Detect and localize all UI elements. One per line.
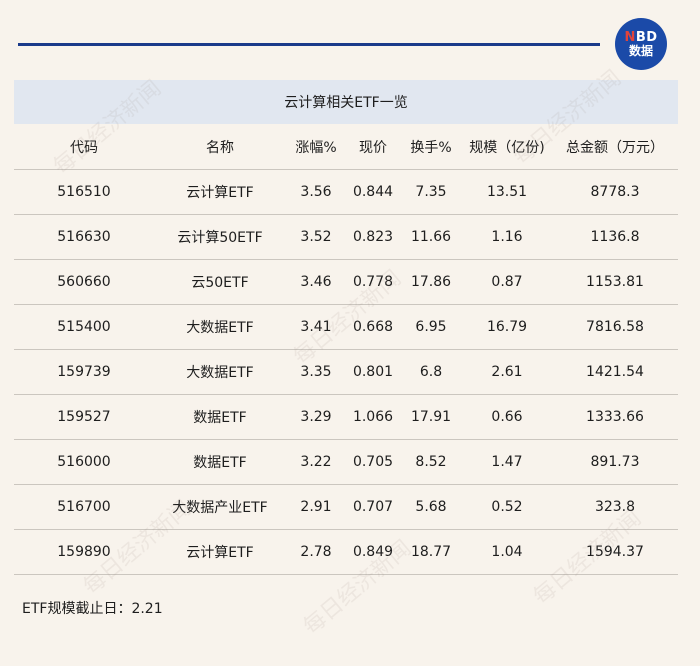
etf-table: 代码 名称 涨幅% 现价 换手% 规模（亿份) 总金额（万元） 516510 云… [14,124,678,575]
cell-code: 516000 [57,454,111,470]
cell-change: 2.78 [300,544,332,560]
cell-name: 数据ETF [193,455,247,471]
cell-scale: 1.04 [491,544,523,560]
cell-change: 3.46 [300,274,332,290]
table-row: 159739 大数据ETF 3.35 0.801 6.8 2.61 1421.5… [14,350,678,395]
cell-amount: 1421.54 [586,364,644,380]
nbd-data-logo: NBD 数据 [615,18,667,70]
cell-change: 3.41 [300,319,332,335]
cell-turnover: 11.66 [410,229,452,245]
header-rule [18,43,600,46]
cell-code: 516700 [57,499,111,515]
table-row: 515400 大数据ETF 3.41 0.668 6.95 16.79 7816… [14,305,678,350]
cell-code: 159890 [57,544,111,560]
logo-n-letter: N [624,29,636,45]
table-row: 560660 云50ETF 3.46 0.778 17.86 0.87 1153… [14,260,678,305]
cell-change: 3.22 [300,454,332,470]
cell-code: 560660 [57,274,111,290]
cell-price: 0.778 [352,274,394,290]
cell-scale: 1.16 [491,229,523,245]
cell-change: 3.29 [300,409,332,425]
header-turnover: 换手% [410,139,452,156]
table-title: 云计算相关ETF一览 [14,80,678,124]
cell-scale: 0.87 [491,274,523,290]
header-name: 名称 [206,139,234,156]
cell-code: 515400 [57,319,111,335]
cell-amount: 1136.8 [590,229,640,245]
cell-turnover: 17.91 [410,409,452,425]
cell-name: 云计算ETF [186,545,254,561]
table-header-row: 代码 名称 涨幅% 现价 换手% 规模（亿份) 总金额（万元） [14,124,678,170]
cell-name: 数据ETF [193,410,247,426]
cell-code: 516510 [57,184,111,200]
table-row: 516630 云计算50ETF 3.52 0.823 11.66 1.16 11… [14,215,678,260]
cell-turnover: 17.86 [410,274,452,290]
cell-amount: 1153.81 [586,274,644,290]
cell-code: 159739 [57,364,111,380]
cell-price: 0.705 [352,454,394,470]
cell-price: 0.849 [352,544,394,560]
scale-date-footnote: ETF规模截止日：2.21 [22,601,163,617]
logo-top-text: NBD [624,31,657,45]
cell-scale: 0.66 [491,409,523,425]
cell-scale: 1.47 [491,454,523,470]
cell-price: 0.707 [352,499,394,515]
header-code: 代码 [70,139,98,156]
cell-name: 大数据ETF [186,320,254,336]
cell-price: 0.823 [352,229,394,245]
cell-scale: 0.52 [491,499,523,515]
cell-name: 大数据ETF [186,365,254,381]
table-row: 159527 数据ETF 3.29 1.066 17.91 0.66 1333.… [14,395,678,440]
cell-price: 0.844 [352,184,394,200]
cell-amount: 891.73 [590,454,640,470]
cell-turnover: 5.68 [415,499,447,515]
cell-change: 3.52 [300,229,332,245]
cell-amount: 323.8 [594,499,636,515]
table-row: 159890 云计算ETF 2.78 0.849 18.77 1.04 1594… [14,530,678,575]
cell-change: 3.56 [300,184,332,200]
header-price: 现价 [359,139,387,156]
table-row: 516700 大数据产业ETF 2.91 0.707 5.68 0.52 323… [14,485,678,530]
cell-turnover: 8.52 [415,454,447,470]
cell-code: 516630 [57,229,111,245]
cell-turnover: 6.95 [415,319,447,335]
table-row: 516510 云计算ETF 3.56 0.844 7.35 13.51 8778… [14,170,678,215]
cell-name: 云50ETF [191,275,249,291]
cell-price: 1.066 [352,409,394,425]
cell-code: 159527 [57,409,111,425]
cell-scale: 13.51 [486,184,528,200]
logo-bottom-text: 数据 [628,43,653,58]
cell-price: 0.801 [352,364,394,380]
cell-scale: 16.79 [486,319,528,335]
header-scale: 规模（亿份) [469,139,545,156]
cell-change: 3.35 [300,364,332,380]
cell-change: 2.91 [300,499,332,515]
cell-amount: 1594.37 [586,544,644,560]
cell-name: 云计算ETF [186,185,254,201]
cell-name: 云计算50ETF [177,230,263,246]
cell-turnover: 7.35 [415,184,447,200]
cell-turnover: 18.77 [410,544,452,560]
cell-amount: 1333.66 [586,409,644,425]
logo-bd-letters: BD [635,29,658,45]
cell-amount: 8778.3 [590,184,640,200]
header-change: 涨幅% [295,139,337,156]
table-row: 516000 数据ETF 3.22 0.705 8.52 1.47 891.73 [14,440,678,485]
cell-name: 大数据产业ETF [172,500,268,516]
cell-scale: 2.61 [491,364,523,380]
header-amount: 总金额（万元） [566,139,664,156]
cell-price: 0.668 [352,319,394,335]
cell-amount: 7816.58 [586,319,644,335]
cell-turnover: 6.8 [419,364,443,380]
